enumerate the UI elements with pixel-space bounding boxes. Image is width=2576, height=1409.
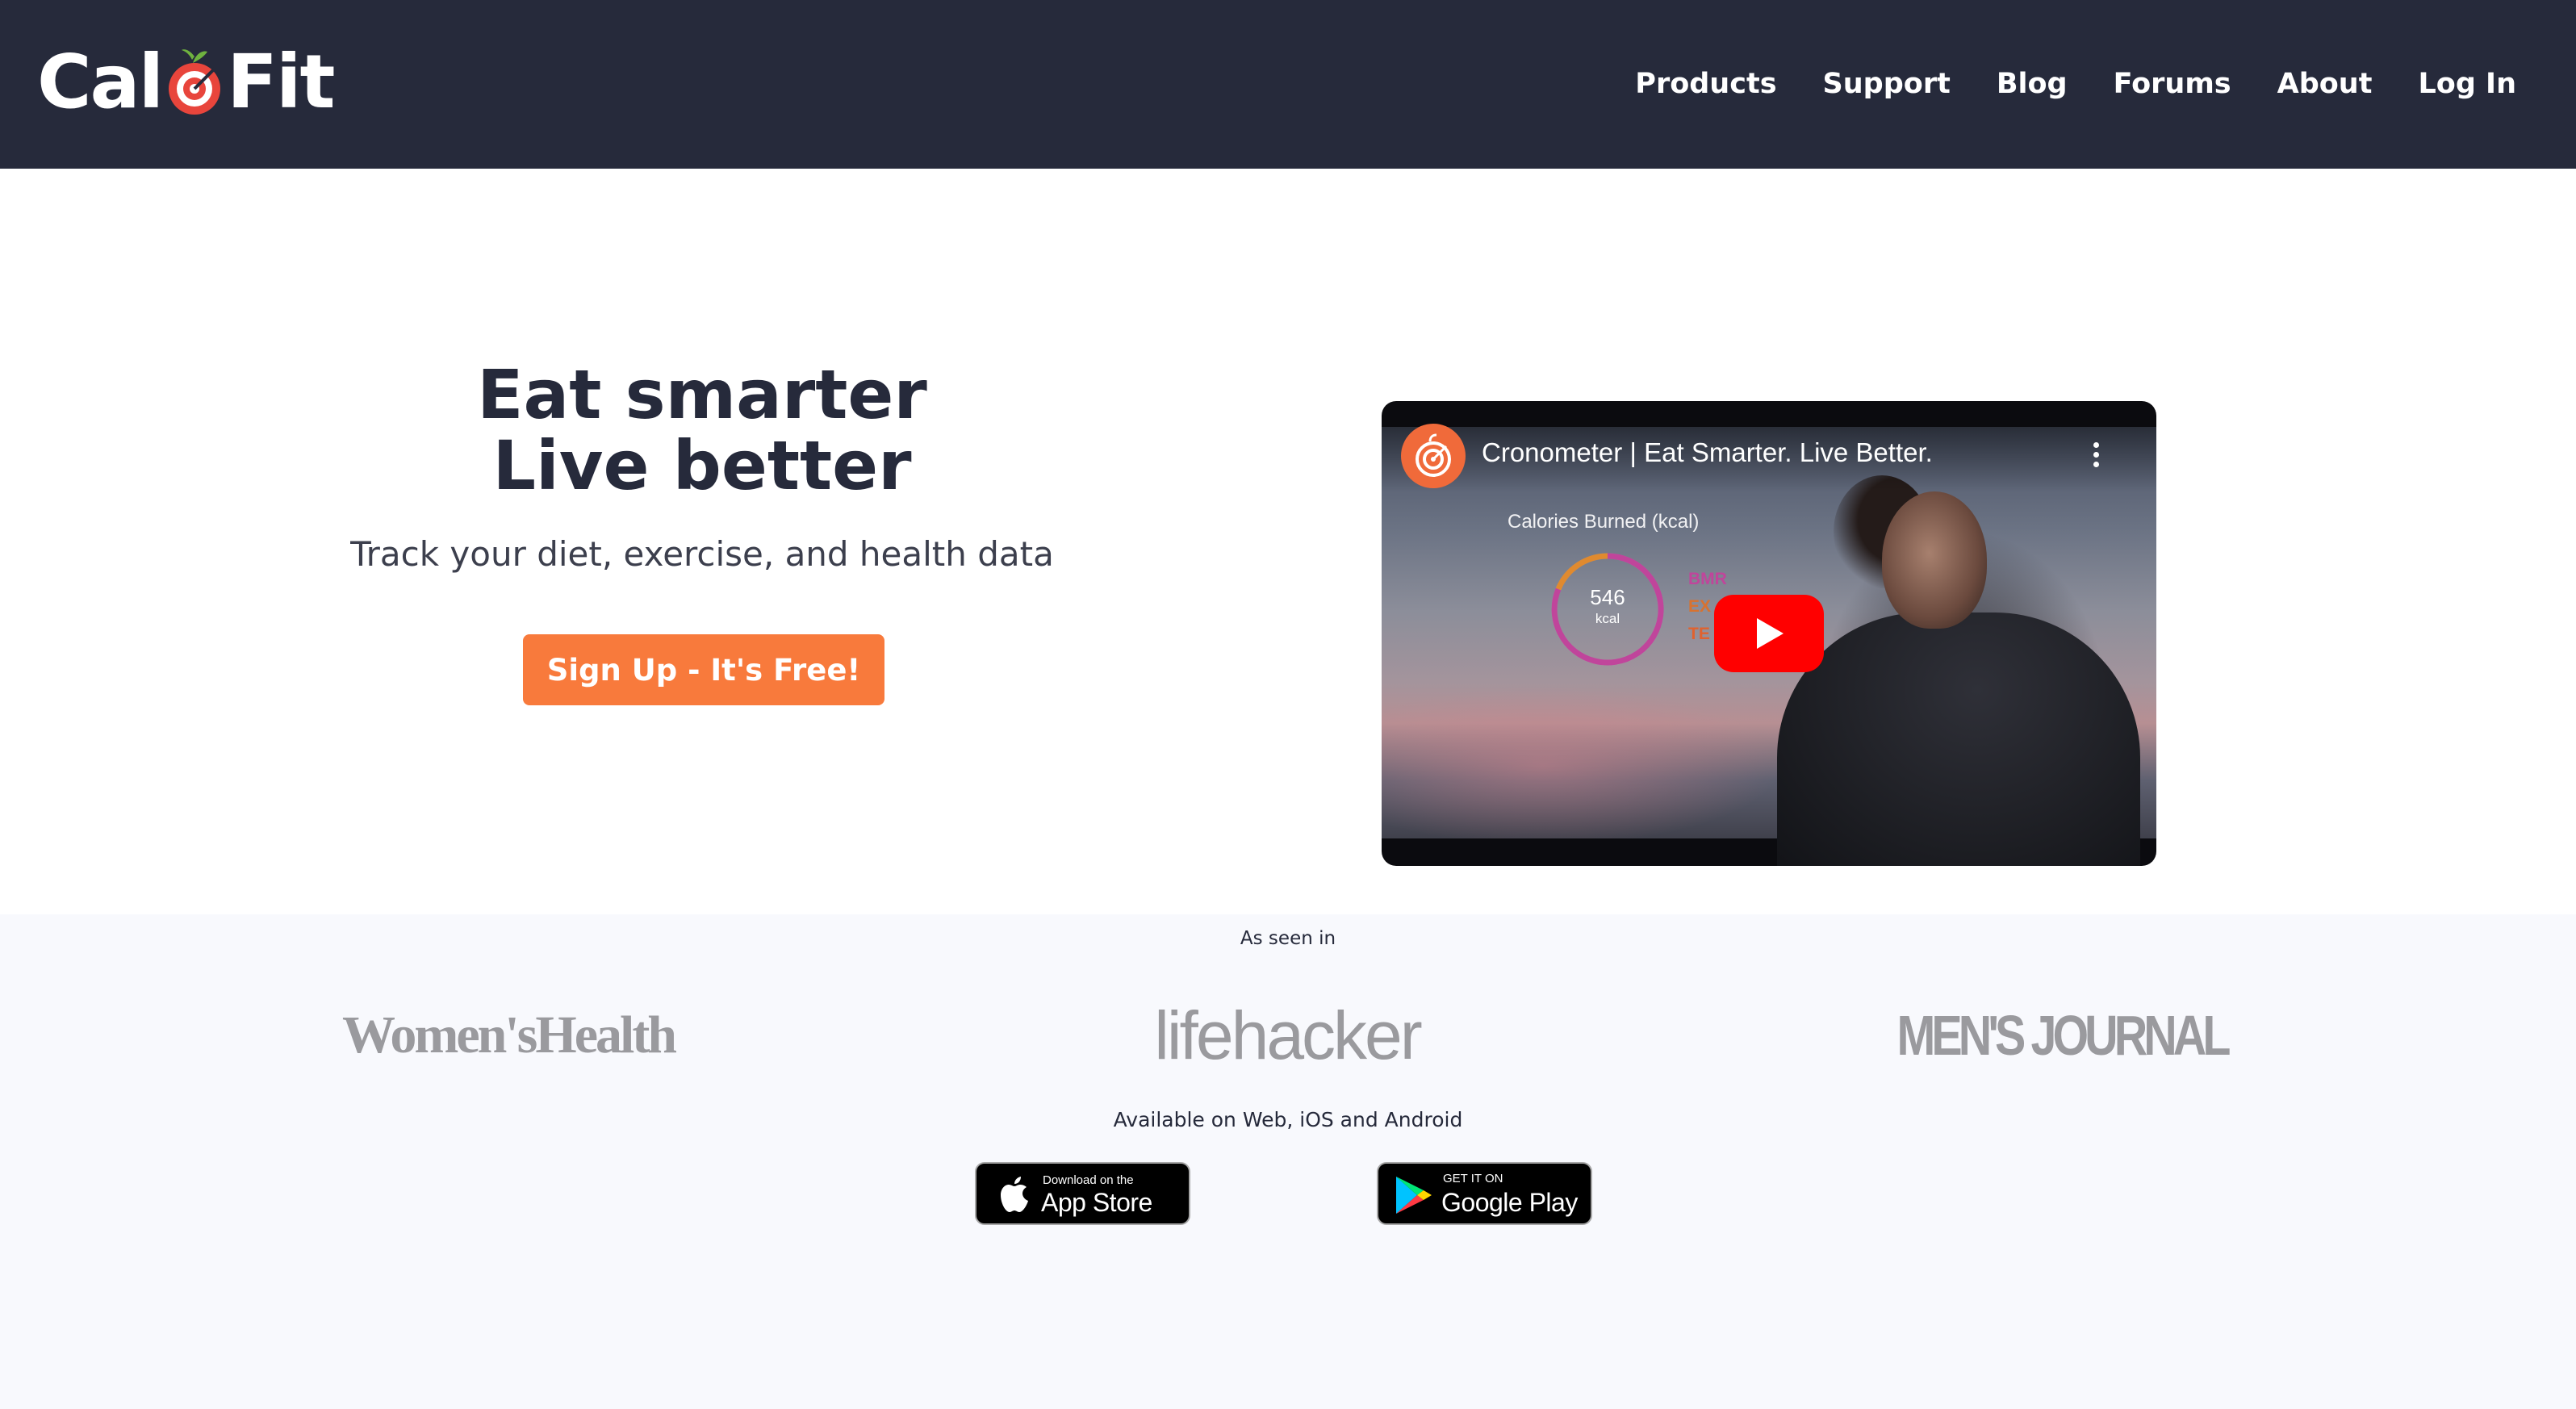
legend-bmr: BMR: [1688, 570, 1727, 588]
app-store-small-text: Download on the: [1043, 1173, 1134, 1187]
availability-label: Available on Web, iOS and Android: [1113, 1108, 1463, 1131]
calories-unit: kcal: [1595, 611, 1620, 626]
legend-exercise: EX: [1688, 597, 1712, 616]
hero-title-line-2: Live better: [492, 426, 912, 505]
press-band: [0, 914, 2576, 1409]
runner-body: [1777, 613, 2140, 866]
womens-health-logo-text: Women'sHealth: [342, 1006, 677, 1064]
hero-title-line-1: Eat smarter: [477, 355, 927, 434]
calories-value: 546: [1590, 585, 1625, 609]
nav-forums-link[interactable]: Forums: [2114, 68, 2231, 100]
brand-name-left: Cal: [37, 38, 164, 125]
video-player[interactable]: Cronometer | Eat Smarter. Live Better. C…: [1382, 401, 2156, 866]
nav-blog-link[interactable]: Blog: [1997, 68, 2068, 100]
apple-icon: [1001, 1177, 1028, 1212]
google-play-small-text: GET IT ON: [1443, 1172, 1503, 1185]
nav-products-link[interactable]: Products: [1635, 68, 1776, 100]
brand-name-right: Fit: [227, 38, 335, 125]
channel-avatar[interactable]: [1401, 424, 1466, 488]
google-play-big-text: Google Play: [1441, 1188, 1578, 1217]
hero-subtitle: Track your diet, exercise, and health da…: [350, 534, 1054, 574]
main-nav: Products Support Blog Forums About Log I…: [1589, 52, 2516, 116]
play-button[interactable]: [1714, 595, 1824, 672]
signup-button[interactable]: Sign Up - It's Free!: [523, 634, 884, 705]
lifehacker-logo: lifehacker: [1154, 997, 1423, 1073]
google-play-icon: [1396, 1177, 1432, 1214]
more-vertical-icon[interactable]: [2084, 438, 2108, 479]
legend-tef: TE: [1688, 625, 1710, 643]
nav-about-link[interactable]: About: [2277, 68, 2373, 100]
google-play-badge[interactable]: GET IT ON Google Play: [1377, 1162, 1592, 1225]
channel-logo-icon: [1416, 433, 1451, 477]
hero-title: Eat smarter Live better: [291, 359, 1114, 501]
calories-caption: Calories Burned (kcal): [1508, 511, 1700, 533]
runner-head: [1882, 491, 1987, 629]
app-store-big-text: App Store: [1041, 1188, 1152, 1217]
app-store-badge[interactable]: Download on the App Store: [975, 1162, 1190, 1225]
apple-target-icon: [169, 49, 221, 115]
nav-support-link[interactable]: Support: [1823, 68, 1951, 100]
as-seen-in-label: As seen in: [1240, 928, 1336, 949]
mens-journal-logo-text: MEN'S JOURNAL: [1896, 1004, 2231, 1067]
brand-logo[interactable]: Cal Fit: [37, 37, 336, 126]
mens-journal-logo: MEN'S JOURNAL: [1897, 999, 2231, 1072]
womens-health-logo: Women'sHealth: [342, 999, 677, 1072]
top-navigation-bar: Cal Fit Products Support Blog Forums Abo…: [0, 0, 2576, 169]
lifehacker-logo-text: lifehacker: [1154, 997, 1423, 1073]
video-title[interactable]: Cronometer | Eat Smarter. Live Better.: [1482, 437, 2063, 468]
play-icon: [1757, 618, 1784, 649]
nav-login-link[interactable]: Log In: [2418, 68, 2516, 100]
